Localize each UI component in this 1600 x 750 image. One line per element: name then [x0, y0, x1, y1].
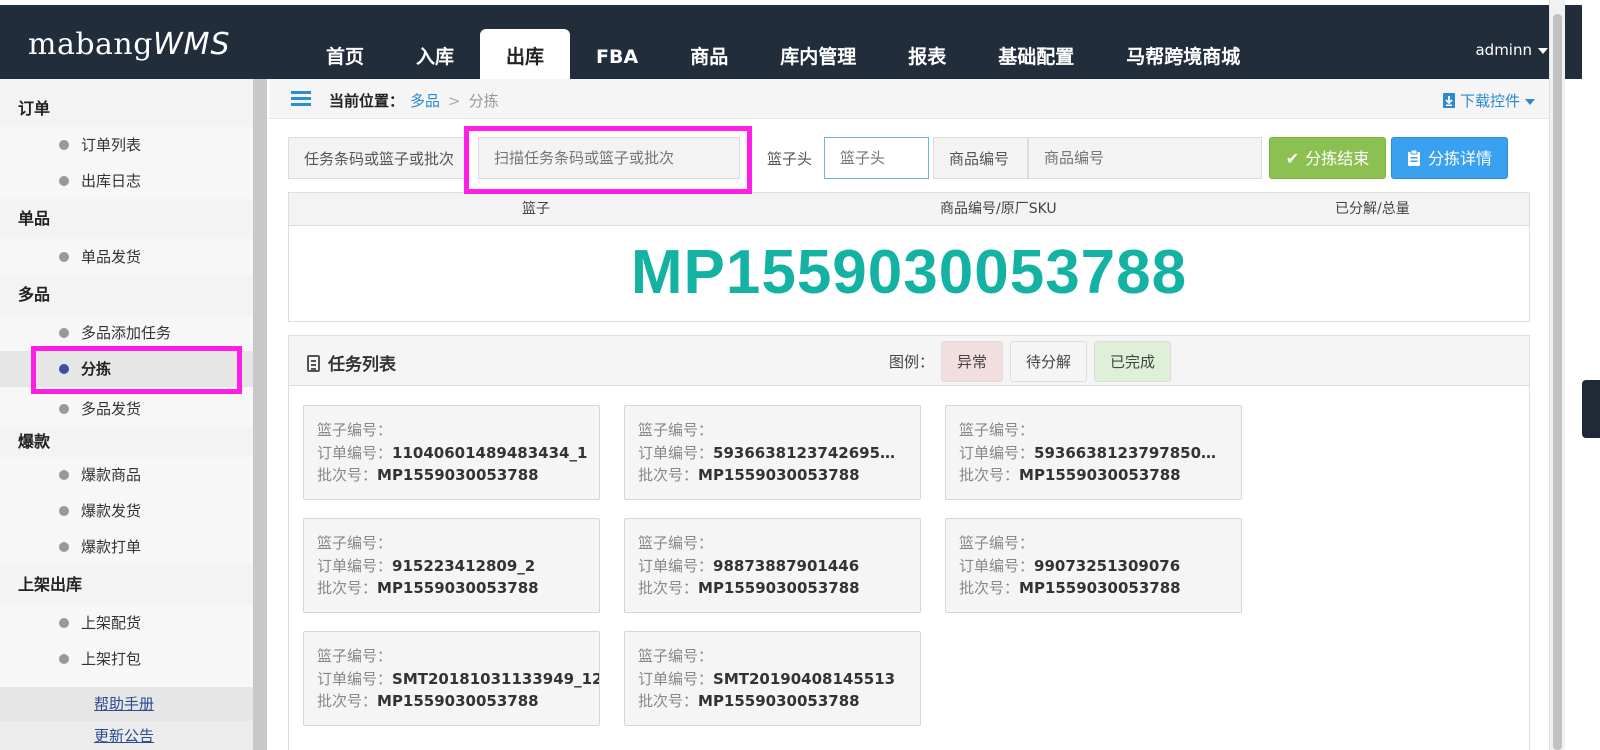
- sidebar-group-shelf: 上架出库: [0, 565, 253, 605]
- sidebar-item-hot-ship[interactable]: 爆款发货: [0, 493, 253, 529]
- product-code-label: 商品编号: [933, 137, 1028, 179]
- download-plugin-button[interactable]: 下载控件: [1442, 90, 1535, 111]
- clipboard-icon: [307, 355, 320, 372]
- sidebar-item-shelf-allocate[interactable]: 上架配货: [0, 605, 253, 641]
- bullet-icon: [59, 618, 69, 628]
- bullet-icon: [59, 176, 69, 186]
- nav-reports[interactable]: 报表: [882, 29, 972, 79]
- sorting-detail-button[interactable]: 分拣详情: [1391, 137, 1508, 179]
- task-card[interactable]: 篮子编号： 订单编号：SMT20181031133949_12 批次号：MP15…: [303, 631, 600, 726]
- task-card[interactable]: 篮子编号： 订单编号：99073251309076 批次号：MP15590300…: [945, 518, 1242, 613]
- sidebar-item-shelf-pack[interactable]: 上架打包: [0, 641, 253, 677]
- breadcrumb-separator: >: [448, 92, 461, 110]
- basket-table-header: 篮子 商品编号/原厂SKU 已分解/总量: [289, 193, 1529, 226]
- task-card[interactable]: 篮子编号： 订单编号：915223412809_2 批次号：MP15590300…: [303, 518, 600, 613]
- sidebar-item-hot-print[interactable]: 爆款打单: [0, 529, 253, 565]
- task-card[interactable]: 篮子编号： 订单编号：SMT20190408145513 批次号：MP15590…: [624, 631, 921, 726]
- bullet-icon: [59, 140, 69, 150]
- sidebar-group-single: 单品: [0, 199, 253, 239]
- task-card[interactable]: 篮子编号： 订单编号：11040601489483434_1 批次号：MP155…: [303, 405, 600, 500]
- sidebar-scrollbar[interactable]: [253, 79, 267, 750]
- column-product-sku: 商品编号/原厂SKU: [940, 201, 1057, 217]
- nav-home[interactable]: 首页: [300, 29, 390, 79]
- task-list-header: 任务列表 图例： 异常 待分解 已完成: [289, 336, 1529, 386]
- bullet-icon: [59, 364, 69, 374]
- sidebar-item-hot-products[interactable]: 爆款商品: [0, 457, 253, 493]
- sidebar-item-single-ship[interactable]: 单品发货: [0, 239, 253, 275]
- user-menu[interactable]: adminn: [1475, 41, 1548, 59]
- menu-toggle-icon[interactable]: [291, 91, 311, 107]
- basket-table: 篮子 商品编号/原厂SKU 已分解/总量 MP1559030053788: [288, 192, 1530, 322]
- breadcrumb-current: 分拣: [468, 92, 499, 110]
- bullet-icon: [59, 252, 69, 262]
- breadcrumb-link[interactable]: 多品: [410, 92, 440, 110]
- basket-head-input[interactable]: [824, 137, 929, 179]
- basket-head-label: 篮子头: [751, 137, 823, 179]
- nav-basic-config[interactable]: 基础配置: [972, 29, 1100, 79]
- bullet-icon: [59, 542, 69, 552]
- sidebar-item-order-list[interactable]: 订单列表: [0, 127, 253, 163]
- caret-down-icon: [1538, 47, 1548, 54]
- sidebar-item-multi-add-task[interactable]: 多品添加任务: [0, 315, 253, 351]
- bullet-icon: [59, 654, 69, 664]
- app-window: mabangWMS 首页 入库 出库 FBA 商品 库内管理 报表 基础配置 马…: [0, 0, 1600, 750]
- logo: mabangWMS: [28, 27, 231, 62]
- page-scrollbar[interactable]: [1549, 0, 1565, 750]
- scrollbar-thumb[interactable]: [1553, 14, 1562, 750]
- finish-sorting-button[interactable]: ✔ 分拣结束: [1269, 137, 1386, 179]
- legend-error: 异常: [941, 341, 1004, 382]
- nav-products[interactable]: 商品: [664, 29, 754, 79]
- bullet-icon: [59, 470, 69, 480]
- sidebar: 订单 订单列表 出库日志 单品 单品发货 多品 多品添加任务 分拣 多品发货 爆…: [0, 79, 253, 750]
- download-icon: [1442, 93, 1455, 108]
- nav-outbound[interactable]: 出库: [480, 29, 571, 79]
- task-code-label: 任务条码或篮子或批次: [288, 137, 468, 179]
- nav-mall[interactable]: 马帮跨境商城: [1100, 29, 1266, 79]
- legend-done: 已完成: [1094, 341, 1172, 382]
- legend-label: 图例：: [889, 353, 935, 371]
- nav-inbound[interactable]: 入库: [390, 29, 480, 79]
- legend-pending: 待分解: [1010, 341, 1088, 382]
- main-nav: 首页 入库 出库 FBA 商品 库内管理 报表 基础配置 马帮跨境商城: [300, 29, 1266, 79]
- sidebar-group-multi: 多品: [0, 275, 253, 315]
- sidebar-item-multi-ship[interactable]: 多品发货: [0, 387, 253, 427]
- task-list-panel: 任务列表 图例： 异常 待分解 已完成 篮子编号： 订单编号：110406014…: [288, 335, 1530, 750]
- breadcrumb: 当前位置： 多品 > 分拣: [329, 90, 499, 111]
- update-notice-link[interactable]: 更新公告: [0, 721, 253, 750]
- task-list-title: 任务列表: [307, 350, 396, 375]
- check-icon: ✔: [1285, 149, 1300, 168]
- caret-down-icon: [1525, 98, 1535, 105]
- column-basket: 篮子: [522, 201, 550, 217]
- column-progress: 已分解/总量: [1335, 201, 1410, 217]
- task-code-input[interactable]: [478, 137, 740, 179]
- clipboard-icon: [1407, 149, 1420, 166]
- current-batch-code: MP1559030053788: [630, 238, 1188, 307]
- task-card[interactable]: 篮子编号： 订单编号：5936638123742695414… 批次号：MP15…: [624, 405, 921, 500]
- nav-warehouse-mgmt[interactable]: 库内管理: [754, 29, 882, 79]
- bullet-icon: [59, 506, 69, 516]
- bullet-icon: [59, 328, 69, 338]
- nav-fba[interactable]: FBA: [570, 29, 664, 79]
- user-name: adminn: [1475, 41, 1532, 59]
- task-card[interactable]: 篮子编号： 订单编号：98873887901446 批次号：MP15590300…: [624, 518, 921, 613]
- side-widget-handle[interactable]: [1582, 380, 1600, 438]
- main-content: 当前位置： 多品 > 分拣 下载控件 任务条码或篮子或批次 篮子头 商品编号 ✔分拣结…: [269, 79, 1549, 750]
- breadcrumb-label: 当前位置：: [329, 92, 405, 110]
- sidebar-item-sorting[interactable]: 分拣: [0, 351, 253, 387]
- sidebar-item-outbound-log[interactable]: 出库日志: [0, 163, 253, 199]
- bullet-icon: [59, 404, 69, 414]
- help-manual-link[interactable]: 帮助手册: [0, 687, 253, 721]
- product-code-input[interactable]: [1028, 137, 1262, 179]
- sidebar-group-orders: 订单: [0, 91, 253, 127]
- sidebar-group-hot: 爆款: [0, 427, 253, 457]
- breadcrumb-bar: 当前位置： 多品 > 分拣 下载控件: [269, 79, 1549, 119]
- task-card[interactable]: 篮子编号： 订单编号：5936638123797850791… 批次号：MP15…: [945, 405, 1242, 500]
- top-header: mabangWMS 首页 入库 出库 FBA 商品 库内管理 报表 基础配置 马…: [0, 5, 1582, 79]
